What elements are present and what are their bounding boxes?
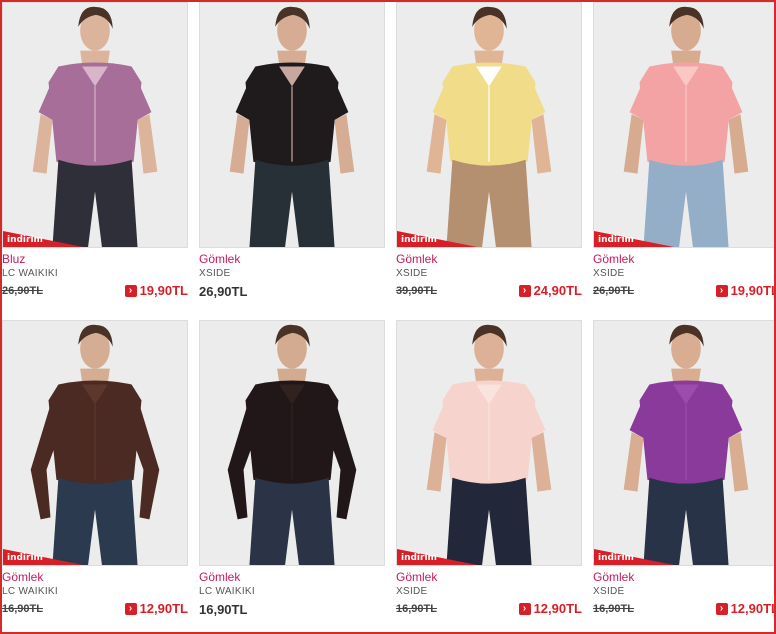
discount-badge-label: indirim — [598, 235, 634, 245]
product-category-link[interactable]: Gömlek — [396, 570, 437, 584]
sale-price: › 12,90TL — [518, 601, 582, 616]
product-category-link[interactable]: Gömlek — [593, 570, 634, 584]
product-image[interactable] — [199, 2, 385, 248]
sale-price: › 19,90TL — [715, 283, 776, 298]
discount-badge: indirim — [397, 549, 477, 565]
product-category-link[interactable]: Gömlek — [199, 252, 240, 266]
product-card[interactable]: indirim Gömlek XSIDE 16,90TL › 12,90TL — [593, 320, 776, 630]
product-image[interactable]: indirim — [396, 2, 582, 248]
discount-badge: indirim — [397, 231, 477, 247]
product-card[interactable]: indirim Gömlek XSIDE 39,90TL › 24,90TL — [396, 2, 582, 312]
chevron-right-icon: › — [518, 602, 531, 615]
product-card[interactable]: indirim Gömlek LC WAIKIKI 16,90TL › 12,90TL — [2, 320, 188, 630]
old-price: 39,90TL — [396, 285, 437, 297]
discount-badge: indirim — [594, 231, 674, 247]
product-category-link[interactable]: Gömlek — [593, 252, 634, 266]
product-brand: LC WAIKIKI — [2, 268, 58, 279]
sale-price-value: 12,90TL — [139, 601, 188, 616]
product-brand: LC WAIKIKI — [199, 586, 255, 597]
sale-price-value: 24,90TL — [533, 283, 582, 298]
product-category-link[interactable]: Gömlek — [199, 570, 240, 584]
sale-price-value: 19,90TL — [139, 283, 188, 298]
sale-price: › 12,90TL — [124, 601, 188, 616]
product-brand: XSIDE — [396, 268, 428, 279]
product-category-link[interactable]: Gömlek — [396, 252, 437, 266]
product-brand: LC WAIKIKI — [2, 586, 58, 597]
product-image[interactable] — [199, 320, 385, 566]
product-brand: XSIDE — [593, 268, 625, 279]
chevron-right-icon: › — [124, 602, 137, 615]
product-brand: XSIDE — [593, 586, 625, 597]
sale-price-value: 19,90TL — [730, 283, 776, 298]
sale-price-value: 12,90TL — [730, 601, 776, 616]
product-image[interactable]: indirim — [396, 320, 582, 566]
product-price: 26,90TL — [199, 284, 248, 299]
discount-badge: indirim — [3, 231, 83, 247]
sale-price: › 19,90TL — [124, 283, 188, 298]
product-brand: XSIDE — [199, 268, 231, 279]
product-brand: XSIDE — [396, 586, 428, 597]
product-card[interactable]: indirim Gömlek XSIDE 26,90TL › 19,90TL — [593, 2, 776, 312]
product-image[interactable]: indirim — [2, 2, 188, 248]
chevron-right-icon: › — [715, 602, 728, 615]
sale-price: › 12,90TL — [715, 601, 776, 616]
sale-price: › 24,90TL — [518, 283, 582, 298]
chevron-right-icon: › — [124, 284, 137, 297]
product-price: 16,90TL — [199, 602, 248, 617]
product-image[interactable]: indirim — [593, 320, 774, 566]
old-price: 26,90TL — [2, 285, 43, 297]
old-price: 26,90TL — [593, 285, 634, 297]
chevron-right-icon: › — [518, 284, 531, 297]
product-category-link[interactable]: Gömlek — [2, 570, 43, 584]
product-card[interactable]: Gömlek LC WAIKIKI 16,90TL — [199, 320, 385, 630]
chevron-right-icon: › — [715, 284, 728, 297]
discount-badge-label: indirim — [598, 553, 634, 563]
old-price: 16,90TL — [593, 603, 634, 615]
product-grid-frame: indirim Bluz LC WAIKIKI 26,90TL › 19,90TL Göm… — [0, 0, 776, 634]
discount-badge: indirim — [594, 549, 674, 565]
old-price: 16,90TL — [2, 603, 43, 615]
discount-badge: indirim — [3, 549, 83, 565]
sale-price-value: 12,90TL — [533, 601, 582, 616]
product-card[interactable]: Gömlek XSIDE 26,90TL — [199, 2, 385, 312]
discount-badge-label: indirim — [7, 235, 43, 245]
product-grid: indirim Bluz LC WAIKIKI 26,90TL › 19,90TL Göm… — [2, 2, 774, 632]
discount-badge-label: indirim — [401, 553, 437, 563]
product-card[interactable]: indirim Bluz LC WAIKIKI 26,90TL › 19,90TL — [2, 2, 188, 312]
product-image[interactable]: indirim — [2, 320, 188, 566]
product-card[interactable]: indirim Gömlek XSIDE 16,90TL › 12,90TL — [396, 320, 582, 630]
discount-badge-label: indirim — [401, 235, 437, 245]
discount-badge-label: indirim — [7, 553, 43, 563]
product-image[interactable]: indirim — [593, 2, 774, 248]
old-price: 16,90TL — [396, 603, 437, 615]
product-category-link[interactable]: Bluz — [2, 252, 25, 266]
